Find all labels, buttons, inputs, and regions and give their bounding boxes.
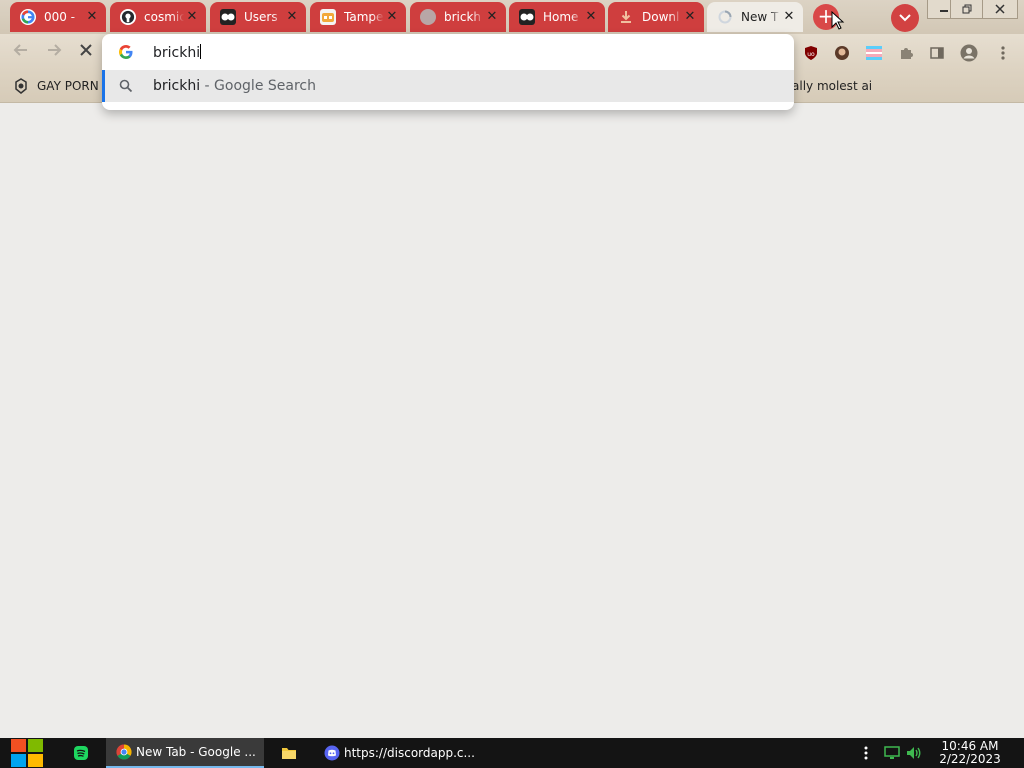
globe-icon <box>420 9 436 25</box>
suggestion-query: brickhi <box>153 78 201 94</box>
tab-tampermonkey[interactable]: Tampe ✕ <box>310 2 406 32</box>
vertical-dots-icon <box>864 746 868 760</box>
tumblr-like-icon <box>519 9 535 25</box>
tab-title: Users <box>244 10 278 24</box>
side-panel-icon[interactable] <box>928 44 946 62</box>
tab-github[interactable]: cosmic ✕ <box>110 2 206 32</box>
minimize-icon <box>940 10 948 12</box>
bookmark-item-left[interactable]: GAY PORN <box>13 70 99 102</box>
address-bar-input[interactable]: brickhi <box>102 34 794 70</box>
svg-text:uo: uo <box>807 51 815 58</box>
spotify-taskbar-button[interactable] <box>66 738 96 768</box>
windows-taskbar: New Tab - Google ... https://discordapp.… <box>0 738 1024 768</box>
omnibox-suggestion[interactable]: brickhi - Google Search <box>102 70 794 102</box>
bookmark-favicon-icon <box>15 78 27 94</box>
tab-strip: 000 - ✕ cosmic ✕ Users ✕ Tampe ✕ brickh … <box>0 0 1024 34</box>
tumblr-like-icon <box>220 9 236 25</box>
network-tray-icon-button[interactable] <box>882 738 902 768</box>
taskbar-item-label: https://discordapp.c... <box>344 746 475 760</box>
tab-title: New T <box>741 10 779 24</box>
chrome-icon <box>116 744 132 760</box>
close-icon[interactable]: ✕ <box>484 9 500 25</box>
taskbar-item-label: New Tab - Google ... <box>136 745 256 759</box>
spotify-icon <box>74 746 88 760</box>
file-explorer-taskbar-button[interactable] <box>276 738 302 768</box>
profile-avatar-icon[interactable] <box>960 44 978 62</box>
text-caret <box>200 44 202 59</box>
restore-icon <box>962 4 972 14</box>
omnibox-dropdown: brickhi brickhi - Google Search <box>102 34 794 110</box>
google-g-icon <box>20 9 36 25</box>
mouse-cursor-icon <box>831 11 845 30</box>
kebab-menu-icon[interactable] <box>994 44 1012 62</box>
windows-logo-icon <box>11 739 43 767</box>
ublock-icon[interactable]: uo <box>802 44 820 62</box>
tab-new-tab[interactable]: New T ✕ <box>707 2 803 32</box>
close-icon[interactable]: ✕ <box>84 9 100 25</box>
tab-title: Downl <box>642 10 680 24</box>
stop-button[interactable] <box>76 42 96 62</box>
tab-title: cosmic <box>144 10 184 24</box>
volume-tray-button[interactable] <box>904 738 924 768</box>
close-icon[interactable]: ✕ <box>284 9 300 25</box>
chrome-taskbar-button[interactable]: New Tab - Google ... <box>106 738 264 768</box>
download-icon <box>618 9 634 25</box>
avatar-extension-icon[interactable] <box>833 44 851 62</box>
address-bar-text: brickhi <box>153 44 202 61</box>
tab-users[interactable]: Users ✕ <box>210 2 306 32</box>
pride-flag-extension-icon[interactable] <box>865 44 883 62</box>
discord-taskbar-button[interactable]: https://discordapp.c... <box>315 738 482 768</box>
network-icon <box>884 746 900 759</box>
tab-google[interactable]: 000 - ✕ <box>10 2 106 32</box>
speaker-icon <box>907 747 921 759</box>
forward-button[interactable] <box>44 42 64 62</box>
tab-home[interactable]: Home ✕ <box>509 2 605 32</box>
close-icon[interactable]: ✕ <box>184 9 200 25</box>
tab-title: Tampe <box>344 10 384 24</box>
close-icon <box>80 44 92 56</box>
bookmark-label: ally molest ai <box>792 79 873 93</box>
search-icon <box>119 79 133 93</box>
google-g-icon <box>119 45 133 59</box>
discord-icon <box>324 745 340 761</box>
close-icon <box>995 4 1005 14</box>
close-icon[interactable]: ✕ <box>682 9 698 25</box>
tab-title: 000 - <box>44 10 76 24</box>
github-icon <box>120 9 136 25</box>
tampermonkey-icon <box>320 9 336 25</box>
folder-icon <box>282 748 296 759</box>
arrow-right-icon <box>48 44 62 56</box>
tab-title: Home <box>543 10 579 24</box>
suggestion-text: brickhi - Google Search <box>153 78 316 94</box>
tab-title: brickh <box>444 10 482 24</box>
chevron-down-icon <box>899 14 911 22</box>
bookmark-item-right[interactable]: ally molest ai <box>792 70 872 102</box>
tray-overflow-button[interactable] <box>860 738 872 768</box>
close-window-button[interactable] <box>982 0 1018 19</box>
close-icon[interactable]: ✕ <box>384 9 400 25</box>
start-button[interactable] <box>0 738 54 768</box>
page-content <box>0 103 1024 738</box>
clock-date: 2/22/2023 <box>939 752 1001 766</box>
close-icon[interactable]: ✕ <box>583 9 599 25</box>
arrow-left-icon <box>13 44 27 56</box>
tab-downloads[interactable]: Downl ✕ <box>608 2 704 32</box>
suggestion-description: - Google Search <box>200 78 316 94</box>
back-button[interactable] <box>11 42 31 62</box>
tab-brickhill[interactable]: brickh ✕ <box>410 2 506 32</box>
loading-spinner-icon <box>717 9 733 25</box>
restore-button[interactable] <box>950 0 984 19</box>
bookmark-label: GAY PORN <box>37 79 99 93</box>
close-icon[interactable]: ✕ <box>781 9 797 25</box>
puzzle-icon[interactable] <box>897 44 915 62</box>
taskbar-clock[interactable]: 10:46 AM 2/22/2023 <box>934 740 1006 766</box>
tab-search-button[interactable] <box>891 4 919 32</box>
